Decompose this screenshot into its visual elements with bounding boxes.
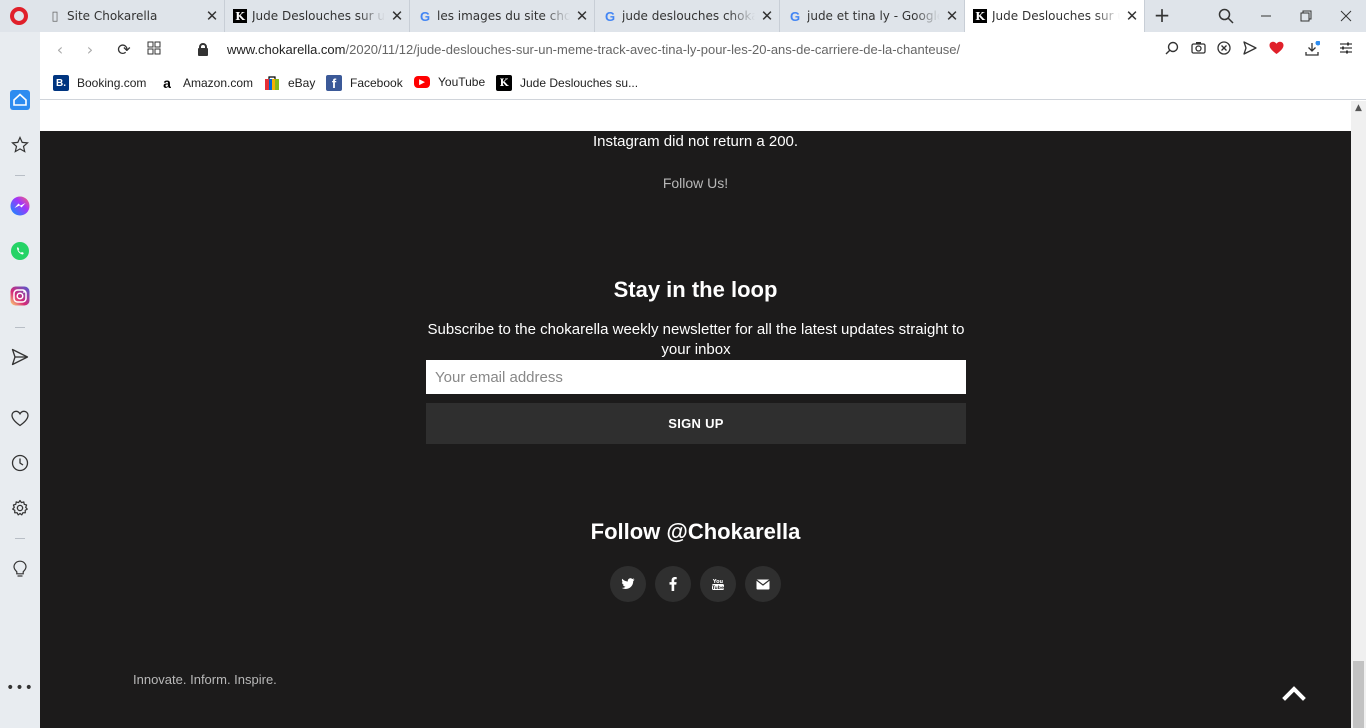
bookmark-ebay[interactable]: eBay	[264, 75, 315, 91]
facebook-icon: f	[326, 75, 342, 91]
scroll-up-arrow-icon[interactable]: ▲	[1351, 101, 1366, 116]
tab-jude-chokatrella[interactable]: G jude deslouches chokatrella ✕	[595, 0, 780, 32]
email-input[interactable]	[426, 360, 966, 394]
star-icon[interactable]	[8, 133, 32, 157]
newsletter-subtitle: Subscribe to the chokarella weekly newsl…	[427, 321, 965, 358]
bookmark-booking[interactable]: B. Booking.com	[53, 75, 146, 91]
tab-images-chokarella[interactable]: G les images du site chokarella ✕	[410, 0, 595, 32]
youtube-icon[interactable]: You Tube	[700, 566, 736, 602]
settings-gear-icon[interactable]	[8, 496, 32, 520]
search-tabs-icon[interactable]	[1206, 0, 1246, 32]
page-top-strip	[40, 101, 1351, 131]
google-icon: G	[419, 8, 431, 24]
bookmark-amazon[interactable]: a Amazon.com	[159, 75, 253, 91]
instagram-icon[interactable]	[8, 284, 32, 308]
url-path: /2020/11/12/jude-deslouches-sur-un-meme-…	[345, 42, 961, 57]
bookmark-label: eBay	[288, 76, 316, 90]
reload-icon[interactable]: ⟳	[114, 40, 134, 60]
bookmark-label: YouTube	[438, 75, 486, 89]
instagram-status-message: Instagram did not return a 200.	[592, 133, 799, 150]
tab-title: les images du site chokarella	[437, 9, 570, 23]
adblock-icon[interactable]	[1215, 41, 1233, 59]
sign-up-button[interactable]: SIGN UP	[426, 403, 966, 444]
heart-icon[interactable]	[1267, 41, 1285, 59]
close-tab-icon[interactable]: ✕	[1120, 7, 1144, 25]
whatsapp-icon[interactable]	[8, 239, 32, 263]
bookmark-label: Amazon.com	[183, 76, 254, 90]
site-footer: Instagram did not return a 200. Follow U…	[40, 131, 1351, 728]
more-dots-icon[interactable]: •••	[6, 676, 33, 700]
speed-dial-grid-icon[interactable]	[144, 40, 164, 60]
bookmark-youtube[interactable]: ▶ YouTube	[414, 75, 485, 89]
site-tagline: Innovate. Inform. Inspire.	[133, 672, 277, 687]
close-tab-icon[interactable]: ✕	[200, 7, 224, 25]
tab-jude-deslouches-active[interactable]: K Jude Deslouches sur un mê ✕	[965, 0, 1145, 32]
tab-site-chokarella[interactable]: ▯ Site Chokarella ✕	[40, 0, 225, 32]
address-bar: ‹ › ⟳ www.chokarella.com/2020/11/12/jude…	[40, 32, 1366, 68]
tab-title: Site Chokarella	[67, 9, 158, 23]
page-viewport: Instagram did not return a 200. Follow U…	[40, 101, 1351, 728]
bookmark-label: Booking.com	[77, 76, 147, 90]
youtube-icon: ▶	[414, 76, 430, 88]
close-window-icon[interactable]	[1326, 0, 1366, 32]
sidebar: •••	[0, 32, 40, 728]
opera-logo-icon[interactable]	[10, 7, 28, 25]
envelope-icon[interactable]	[745, 566, 781, 602]
lock-icon[interactable]	[198, 43, 208, 56]
k-icon: K	[973, 9, 987, 23]
booking-icon: B.	[53, 75, 69, 91]
bookmark-jude[interactable]: K Jude Deslouches su...	[496, 75, 638, 91]
history-clock-icon[interactable]	[8, 451, 32, 475]
restore-icon[interactable]	[1286, 0, 1326, 32]
tab-title: jude deslouches chokatrella	[622, 9, 755, 23]
download-icon[interactable]	[1303, 40, 1321, 59]
home-icon[interactable]	[8, 88, 32, 112]
tab-strip: ▯ Site Chokarella ✕ K Jude Deslouches su…	[0, 0, 1366, 32]
tab-title: jude et tina ly - Google S	[807, 9, 940, 23]
bookmark-label: Jude Deslouches su...	[520, 76, 639, 90]
back-icon[interactable]: ‹	[50, 40, 70, 60]
minimize-icon[interactable]	[1246, 0, 1286, 32]
google-icon: G	[604, 8, 616, 24]
scrollbar-thumb[interactable]	[1353, 661, 1364, 728]
svg-text:Tube: Tube	[712, 585, 724, 591]
new-tab-icon[interactable]: +	[1150, 4, 1174, 28]
bookmarks-bar: B. Booking.com a Amazon.com eBay f Faceb…	[40, 68, 1366, 100]
close-tab-icon[interactable]: ✕	[385, 7, 409, 25]
send-icon[interactable]	[1241, 41, 1259, 59]
camera-icon[interactable]	[1189, 41, 1207, 59]
bookmark-facebook[interactable]: f Facebook	[326, 75, 403, 91]
twitter-icon[interactable]	[610, 566, 646, 602]
k-icon: K	[496, 75, 512, 91]
forward-icon[interactable]: ›	[80, 40, 100, 60]
messenger-icon[interactable]	[8, 194, 32, 218]
google-icon: G	[789, 8, 801, 24]
amazon-icon: a	[163, 75, 171, 91]
doc-icon: ▯	[51, 8, 59, 24]
ebay-icon	[264, 75, 280, 91]
favorites-heart-icon[interactable]	[8, 406, 32, 430]
follow-us-link[interactable]: Follow Us!	[40, 175, 1351, 191]
tab-jude-deslouches[interactable]: K Jude Deslouches sur un mê ✕	[225, 0, 410, 32]
newsletter-title: Stay in the loop	[613, 277, 778, 302]
back-to-top-chevron-icon[interactable]	[1282, 681, 1306, 705]
tab-title: Jude Deslouches sur un mê	[992, 9, 1120, 23]
easy-setup-icon[interactable]	[1337, 41, 1355, 59]
url-field[interactable]: www.chokarella.com/2020/11/12/jude-deslo…	[227, 42, 960, 57]
tab-jude-tina[interactable]: G jude et tina ly - Google S ✕	[780, 0, 965, 32]
bookmark-label: Facebook	[350, 76, 403, 90]
k-icon: K	[233, 9, 247, 23]
facebook-icon[interactable]	[655, 566, 691, 602]
close-tab-icon[interactable]: ✕	[570, 7, 594, 25]
close-tab-icon[interactable]: ✕	[755, 7, 779, 25]
follow-handle-heading: Follow @Chokarella	[590, 519, 801, 544]
page-scrollbar[interactable]: ▲	[1351, 101, 1366, 728]
lightbulb-icon[interactable]	[8, 557, 32, 581]
search-page-icon[interactable]	[1163, 41, 1181, 59]
tab-title: Jude Deslouches sur un mê	[252, 9, 385, 23]
close-tab-icon[interactable]: ✕	[940, 7, 964, 25]
send-flow-icon[interactable]	[8, 345, 32, 369]
url-host: www.chokarella.com	[227, 42, 346, 57]
